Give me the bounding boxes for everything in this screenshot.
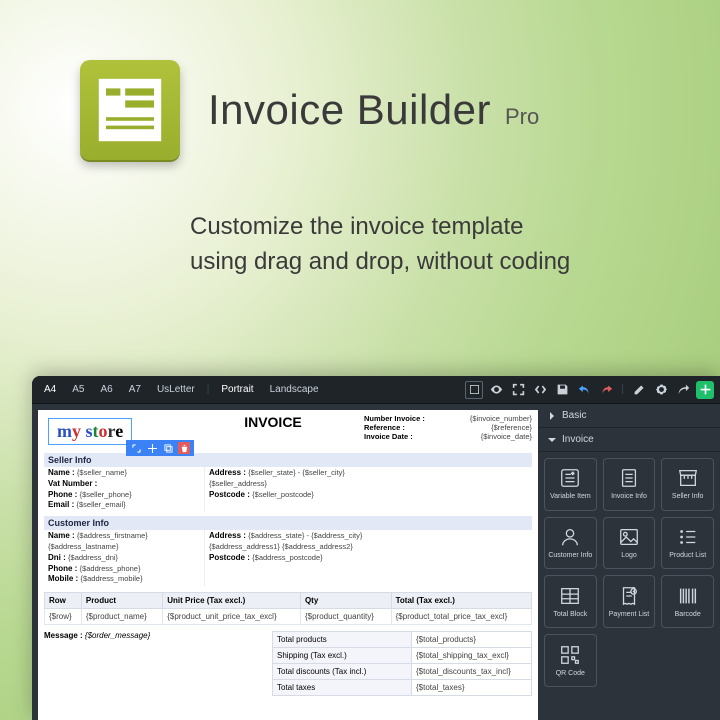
expand-icon[interactable]: [130, 442, 142, 454]
paper-a4[interactable]: A4: [38, 381, 62, 398]
sidebar-item-label: Invoice Info: [609, 493, 649, 501]
paper-a5[interactable]: A5: [66, 381, 90, 398]
sidebar-item-doc[interactable]: Invoice Info: [603, 458, 656, 511]
code-icon[interactable]: [531, 381, 549, 399]
copy-icon[interactable]: [162, 442, 174, 454]
app-title-suffix: Pro: [505, 104, 539, 130]
totals-block[interactable]: Total products{$total_products} Shipping…: [272, 631, 532, 696]
pencil-icon[interactable]: [630, 381, 648, 399]
message-block[interactable]: Message : {$order_message}: [44, 631, 266, 696]
sidebar-item-label: Seller Info: [670, 493, 706, 501]
sidebar-item-label: Barcode: [673, 611, 703, 619]
products-table[interactable]: RowProductUnit Price (Tax excl.)QtyTotal…: [44, 592, 532, 625]
add-button[interactable]: [696, 381, 714, 399]
invoice-title[interactable]: INVOICE: [188, 410, 358, 449]
gear-icon[interactable]: [652, 381, 670, 399]
paper-a6[interactable]: A6: [94, 381, 118, 398]
eye-icon[interactable]: [487, 381, 505, 399]
sidebar: Basic Invoice Variable Item Invoice Info S…: [538, 404, 720, 720]
sidebar-item-label: QR Code: [554, 670, 587, 678]
sidebar-item-image[interactable]: Logo: [603, 517, 656, 570]
sidebar-item-label: Customer Info: [546, 552, 594, 560]
sidebar-item-var[interactable]: Variable Item: [544, 458, 597, 511]
sidebar-group-basic[interactable]: Basic: [538, 404, 720, 428]
sidebar-group-invoice[interactable]: Invoice: [538, 428, 720, 452]
subtitle: Customize the invoice template using dra…: [190, 210, 720, 280]
invoice-meta[interactable]: Number Invoice :{$invoice_number} Refere…: [358, 410, 538, 449]
fullscreen-icon[interactable]: [509, 381, 527, 399]
toolbar: A4 A5 A6 A7 UsLetter | Portrait Landscap…: [32, 376, 720, 404]
seller-info-block[interactable]: Seller Info Name : {$seller_name} Vat Nu…: [44, 453, 532, 512]
sidebar-item-label: Product List: [667, 552, 708, 560]
app-title: Invoice Builder: [208, 86, 491, 134]
sidebar-item-shop[interactable]: Seller Info: [661, 458, 714, 511]
element-toolbar: [126, 440, 194, 456]
sidebar-item-label: Total Block: [551, 611, 589, 619]
delete-icon[interactable]: [178, 442, 190, 454]
canvas[interactable]: my store INVOICE Number Invoice :{$invoi…: [38, 410, 538, 720]
paper-usletter[interactable]: UsLetter: [151, 381, 201, 398]
customer-info-block[interactable]: Customer Info Name : {$address_firstname…: [44, 516, 532, 586]
sidebar-item-table[interactable]: Total Block: [544, 575, 597, 628]
sidebar-item-list[interactable]: Product List: [661, 517, 714, 570]
sidebar-item-barcode[interactable]: Barcode: [661, 575, 714, 628]
share-icon[interactable]: [674, 381, 692, 399]
paper-a7[interactable]: A7: [123, 381, 147, 398]
orientation-landscape[interactable]: Landscape: [264, 381, 325, 398]
sidebar-item-label: Logo: [619, 552, 639, 560]
hero: Invoice Builder Pro Customize the invoic…: [0, 0, 720, 280]
store-logo[interactable]: my store: [48, 418, 132, 445]
sidebar-item-user[interactable]: Customer Info: [544, 517, 597, 570]
redo-icon[interactable]: [597, 381, 615, 399]
sidebar-item-qr[interactable]: QR Code: [544, 634, 597, 687]
table-row: {$row}{$product_name}{$product_unit_pric…: [45, 609, 532, 625]
orientation-portrait[interactable]: Portrait: [215, 381, 259, 398]
undo-icon[interactable]: [575, 381, 593, 399]
move-icon[interactable]: [146, 442, 158, 454]
app-logo: [80, 60, 180, 160]
save-icon[interactable]: [553, 381, 571, 399]
sidebar-item-label: Payment List: [607, 611, 651, 619]
sidebar-item-label: Variable Item: [548, 493, 593, 501]
layers-icon[interactable]: [465, 381, 483, 399]
app-window: A4 A5 A6 A7 UsLetter | Portrait Landscap…: [32, 376, 720, 720]
sidebar-item-receipt[interactable]: Payment List: [603, 575, 656, 628]
